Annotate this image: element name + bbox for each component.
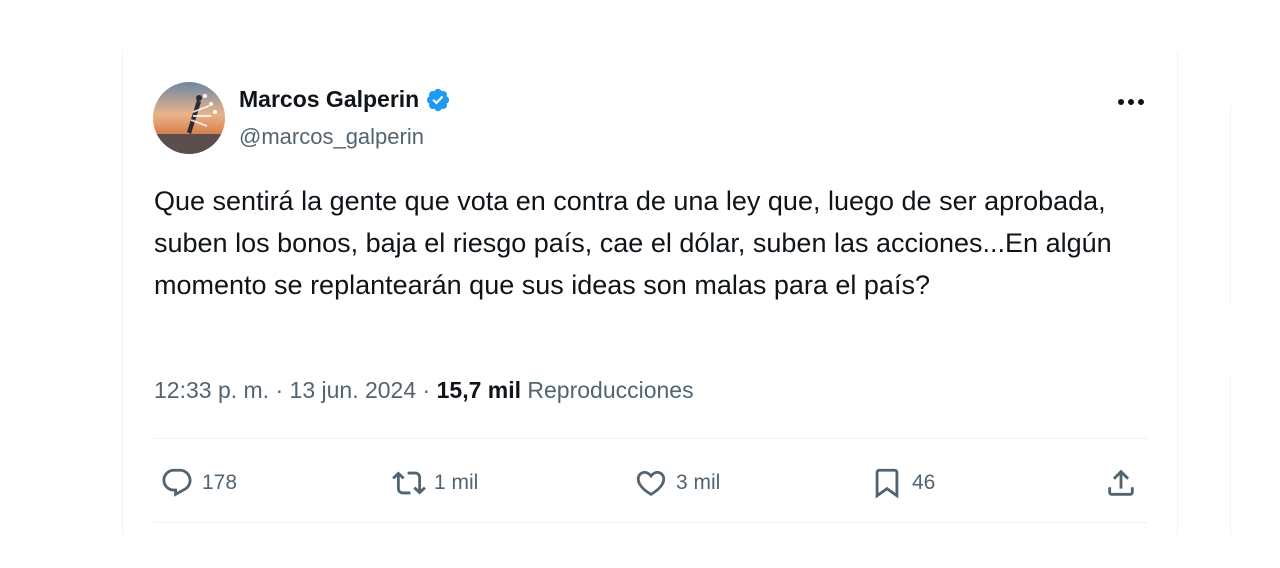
avatar-image [153, 82, 225, 154]
reply-count: 178 [202, 471, 238, 494]
more-horizontal-icon[interactable] [1113, 88, 1149, 116]
author-name[interactable]: Marcos Galperin [239, 86, 419, 113]
retweet-button[interactable]: 1 mil [392, 462, 478, 504]
side-divider [1230, 375, 1231, 535]
meta-separator: · [275, 377, 284, 403]
bookmark-icon [875, 468, 899, 499]
views-count[interactable]: 15,7 mil [437, 377, 521, 403]
like-count: 3 mil [676, 471, 721, 494]
divider [154, 438, 1148, 439]
verified-badge-icon [425, 87, 451, 113]
avatar[interactable] [153, 82, 225, 154]
share-icon [1108, 469, 1134, 496]
tweet-actions: 178 1 mil 3 mil 46 [154, 462, 1148, 504]
tweet-meta: 12:33 p. m. · 13 jun. 2024 · 15,7 mil Re… [154, 377, 694, 404]
bookmark-count: 46 [912, 471, 936, 494]
views-label: Reproducciones [527, 377, 694, 403]
meta-separator: · [422, 377, 431, 403]
tweet-text: Que sentirá la gente que vota en contra … [154, 186, 1112, 300]
author-handle[interactable]: @marcos_galperin [239, 124, 424, 150]
share-button[interactable] [1104, 462, 1138, 504]
bookmark-button[interactable]: 46 [870, 462, 935, 504]
reply-button[interactable]: 178 [160, 462, 237, 504]
retweet-icon [392, 471, 426, 495]
tweet-time[interactable]: 12:33 p. m. [154, 377, 269, 403]
tweet-card: Marcos Galperin @marcos_galperin Que sen… [122, 52, 1178, 534]
side-divider [1230, 105, 1231, 305]
like-button[interactable]: 3 mil [634, 462, 720, 504]
reply-icon [162, 468, 192, 497]
retweet-count: 1 mil [434, 471, 479, 494]
author-name-row: Marcos Galperin [239, 86, 451, 113]
heart-icon [636, 470, 666, 496]
divider [154, 522, 1148, 523]
tweet-date[interactable]: 13 jun. 2024 [290, 377, 417, 403]
